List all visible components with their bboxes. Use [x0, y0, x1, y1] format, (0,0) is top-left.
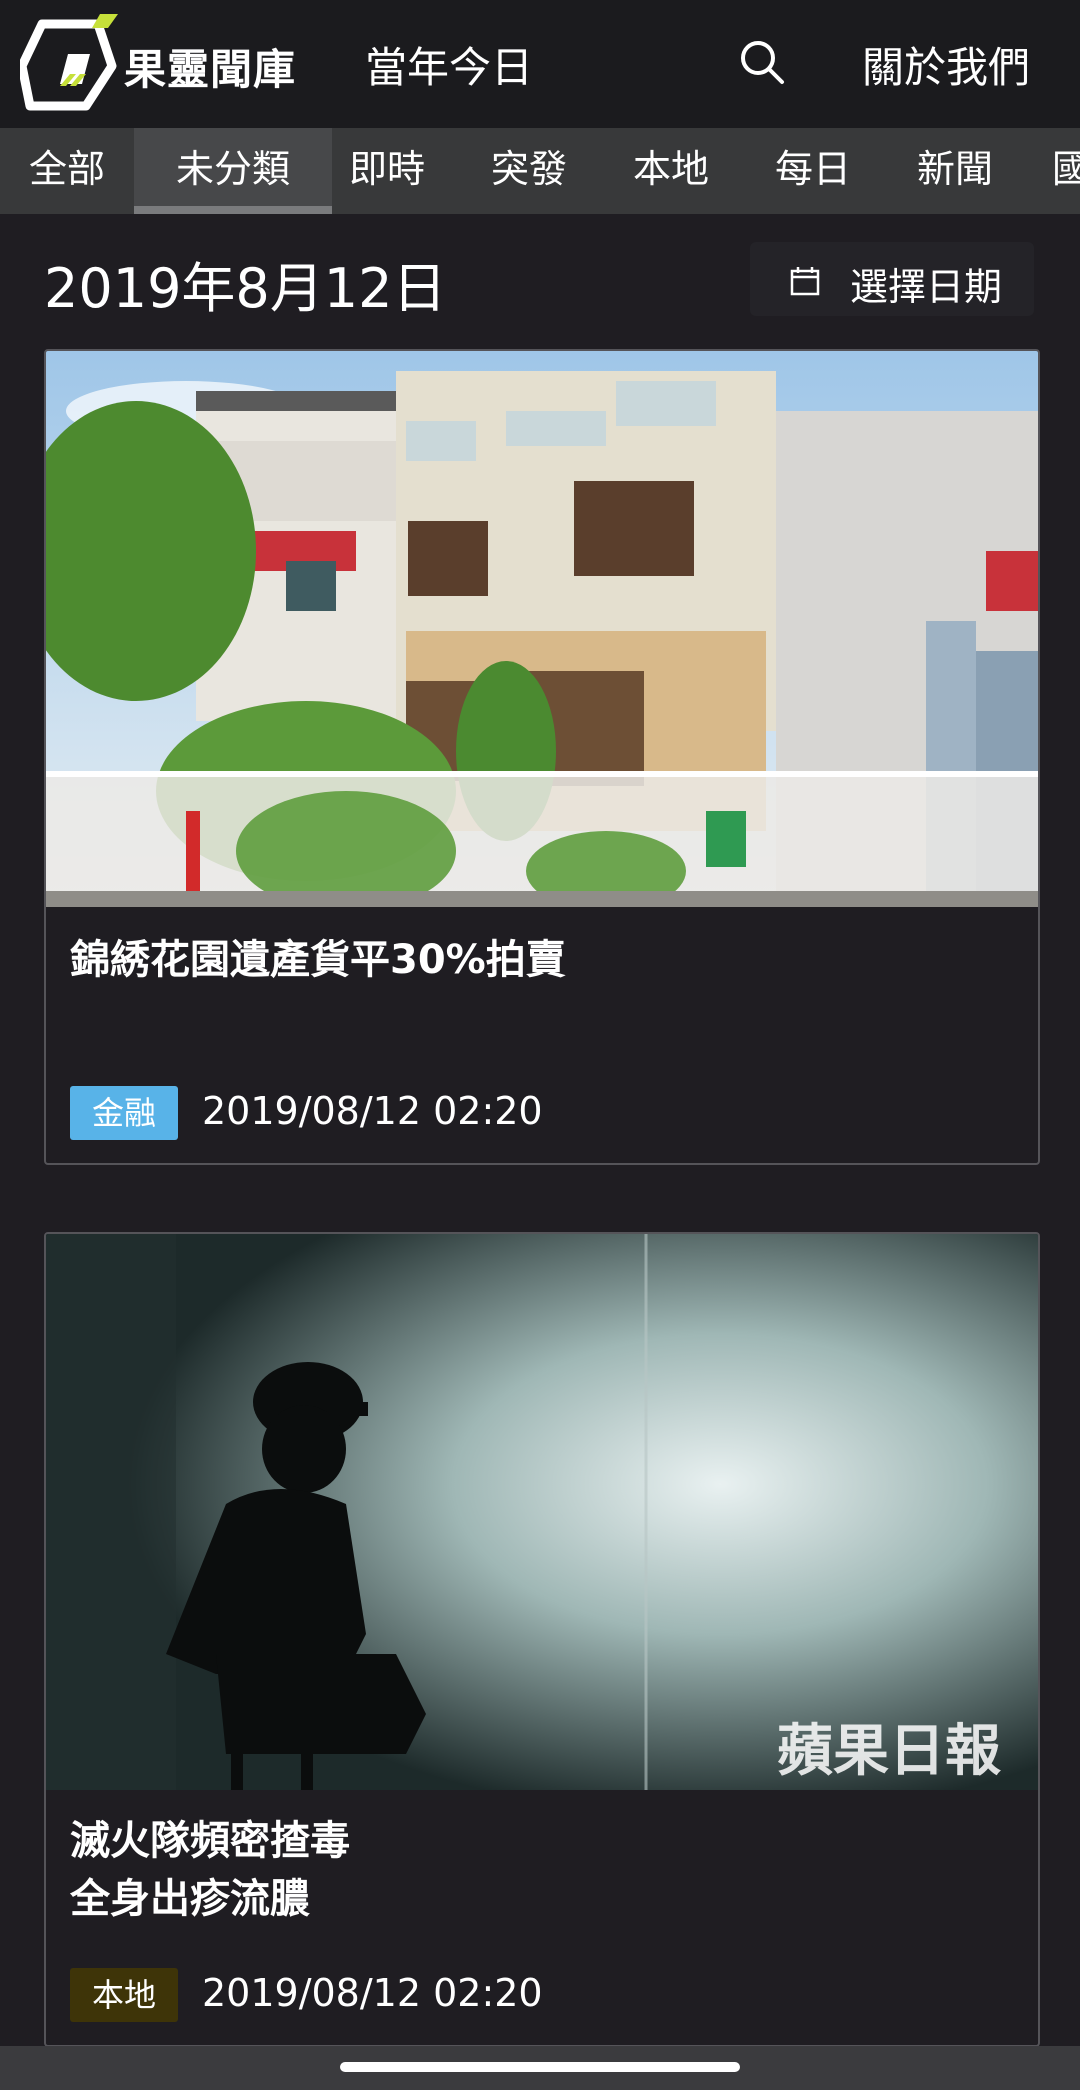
- article-thumbnail[interactable]: 蘋果日報: [46, 1234, 1038, 1790]
- tab-label: 即時: [348, 147, 425, 191]
- article-thumbnail[interactable]: [46, 351, 1038, 907]
- page-date-title: 2019年8月12日: [44, 257, 447, 320]
- newspaper-watermark: 蘋果日報: [777, 1719, 1001, 1784]
- tab-label: 突發: [490, 147, 567, 191]
- nav-on-this-day[interactable]: 當年今日: [365, 34, 533, 95]
- article-title[interactable]: 滅火隊頻密揸毒 全身出疹流膿: [70, 1812, 350, 1928]
- tab-instant[interactable]: 即時: [332, 128, 442, 214]
- tab-daily[interactable]: 每日: [758, 128, 868, 214]
- tab-international[interactable]: 國: [1052, 128, 1080, 214]
- active-tab-indicator: [134, 206, 332, 214]
- home-indicator[interactable]: [340, 2062, 740, 2072]
- article-timestamp: 2019/08/12 02:20: [202, 1971, 543, 2015]
- system-navigation-bar: [0, 2046, 1080, 2090]
- tab-uncategorized[interactable]: 未分類: [134, 128, 332, 214]
- category-badge[interactable]: 本地: [70, 1968, 179, 2022]
- tab-label: 國: [1052, 147, 1080, 191]
- tab-local[interactable]: 本地: [616, 128, 726, 214]
- article-title-line: 滅火隊頻密揸毒: [70, 1818, 350, 1864]
- logo-icon[interactable]: [20, 14, 120, 114]
- article-title-line: 全身出疹流膿: [70, 1876, 310, 1922]
- brand-name[interactable]: 果靈聞庫: [124, 36, 296, 97]
- search-icon[interactable]: [736, 36, 788, 88]
- article-card[interactable]: 蘋果日報 滅火隊頻密揸毒 全身出疹流膿 本地 2019/08/12 02:20: [44, 1232, 1040, 2047]
- tab-label: 全部: [28, 147, 105, 191]
- article-title[interactable]: 錦綉花園遺產貨平30%拍賣: [70, 931, 566, 989]
- article-timestamp: 2019/08/12 02:20: [202, 1089, 543, 1133]
- category-tabs: 全部 未分類 即時 突發 本地 每日 新聞 國: [0, 128, 1080, 214]
- date-picker-label: 選擇日期: [850, 265, 1003, 309]
- date-picker-button[interactable]: 選擇日期: [750, 242, 1034, 316]
- calendar-icon: [790, 267, 820, 296]
- tab-label: 本地: [632, 147, 709, 191]
- tab-breaking[interactable]: 突發: [474, 128, 584, 214]
- top-header: 果靈聞庫 當年今日 關於我們: [0, 0, 1080, 128]
- nav-about-us[interactable]: 關於我們: [862, 34, 1030, 95]
- article-card[interactable]: 錦綉花園遺產貨平30%拍賣 金融 2019/08/12 02:20: [44, 349, 1040, 1165]
- category-badge[interactable]: 金融: [70, 1086, 179, 1140]
- tab-label: 每日: [774, 147, 851, 191]
- tab-label: 新聞: [916, 147, 993, 191]
- tab-all[interactable]: 全部: [0, 128, 134, 214]
- tab-label: 未分類: [175, 147, 290, 191]
- tab-news[interactable]: 新聞: [900, 128, 1010, 214]
